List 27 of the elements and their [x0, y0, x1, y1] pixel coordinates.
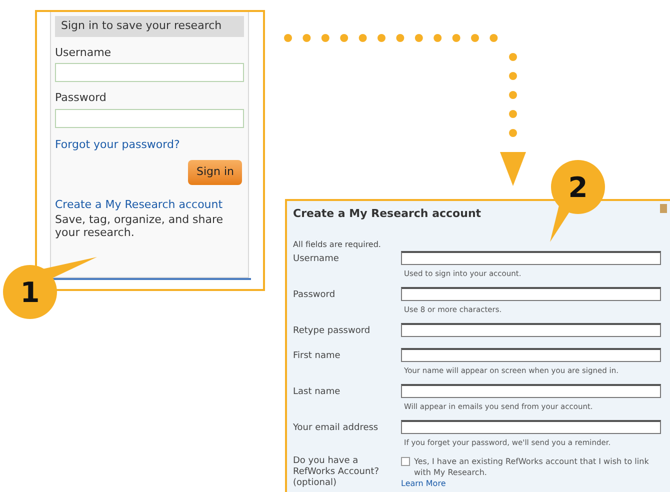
input-field[interactable] [401, 250, 661, 264]
learn-more-link[interactable]: Learn More [401, 478, 446, 490]
field-label: Retype password [293, 324, 372, 338]
create-account-link[interactable]: Create a My Research account [55, 196, 223, 213]
input-field[interactable] [401, 420, 661, 434]
form-title: Create a My Research account [293, 206, 482, 222]
callout-number: 2 [568, 171, 588, 204]
field-label: Password [293, 288, 336, 302]
field-label: Password [55, 90, 108, 106]
field-label: Username [55, 44, 112, 60]
forgot-password-link[interactable]: Forgot your password? [55, 136, 180, 153]
refworks-option-text: Yes, I have an existing RefWorks account that I wish to link with My Research. [414, 456, 650, 478]
sign-in-button[interactable]: Sign in [188, 160, 242, 184]
field-label: Last name [293, 386, 342, 398]
field-label: Your email address [293, 422, 380, 434]
input-field[interactable] [401, 348, 661, 362]
field-label: First name [293, 350, 342, 362]
input-field[interactable] [401, 322, 661, 336]
input-field[interactable] [401, 286, 661, 300]
panel-heading: Sign in to save your research [55, 16, 244, 36]
required-note: All fields are required. [293, 238, 382, 250]
description-text: Save, tag, organize, and share your research. [55, 213, 224, 239]
field-label: Username [293, 252, 340, 266]
input-field[interactable] [401, 384, 661, 398]
callout-number: 1 [20, 276, 40, 309]
checkbox[interactable] [401, 456, 410, 466]
field-label: Do you have a RefWorks Account? (optional) [293, 456, 380, 490]
